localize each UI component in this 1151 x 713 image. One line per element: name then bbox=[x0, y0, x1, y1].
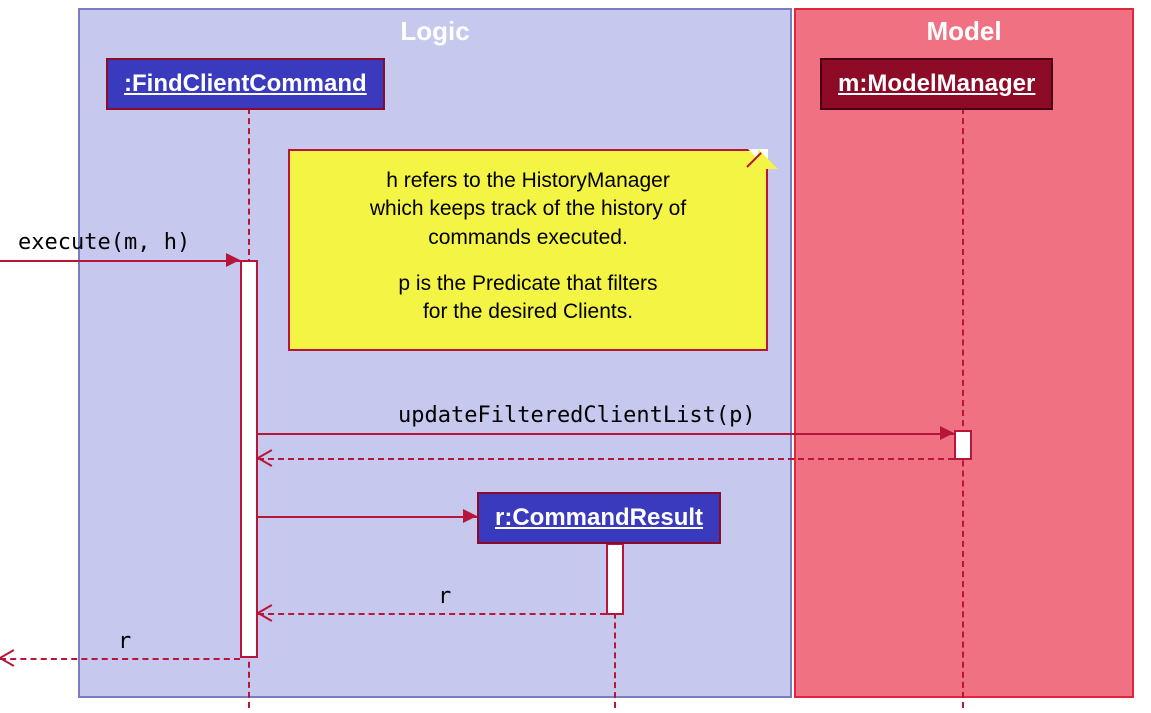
participant-box-logic: Logic bbox=[78, 8, 792, 698]
message-label-update-filtered: updateFilteredClientList(p) bbox=[398, 403, 756, 428]
activation-command-result bbox=[606, 543, 624, 615]
participant-box-model: Model bbox=[794, 8, 1134, 698]
participant-label-model: Model bbox=[796, 16, 1132, 47]
note-line: p is the Predicate that filters bbox=[310, 270, 746, 298]
sequence-diagram: Logic Model :FindClientCommand m:ModelMa… bbox=[78, 8, 1138, 705]
note-line: for the desired Clients. bbox=[310, 298, 746, 326]
note-line: commands executed. bbox=[310, 224, 746, 252]
object-label: :FindClientCommand bbox=[124, 70, 367, 97]
message-label-execute: execute(m, h) bbox=[18, 230, 190, 255]
diagram-note: h refers to the HistoryManager which kee… bbox=[288, 149, 768, 351]
object-model-manager: m:ModelManager bbox=[820, 58, 1053, 110]
message-label-return-r-inner: r bbox=[438, 584, 451, 609]
lifeline-model-manager bbox=[962, 108, 964, 708]
object-label: r:CommandResult bbox=[495, 504, 703, 531]
note-line: h refers to the HistoryManager bbox=[310, 167, 746, 195]
note-line: which keeps track of the history of bbox=[310, 195, 746, 223]
activation-model-manager bbox=[954, 430, 972, 460]
object-label: m:ModelManager bbox=[838, 70, 1035, 97]
participant-label-logic: Logic bbox=[80, 16, 790, 47]
object-find-client-command: :FindClientCommand bbox=[106, 58, 385, 110]
message-label-return-r-outer: r bbox=[118, 629, 131, 654]
activation-find-client-command bbox=[240, 260, 258, 658]
object-command-result: r:CommandResult bbox=[477, 492, 721, 544]
